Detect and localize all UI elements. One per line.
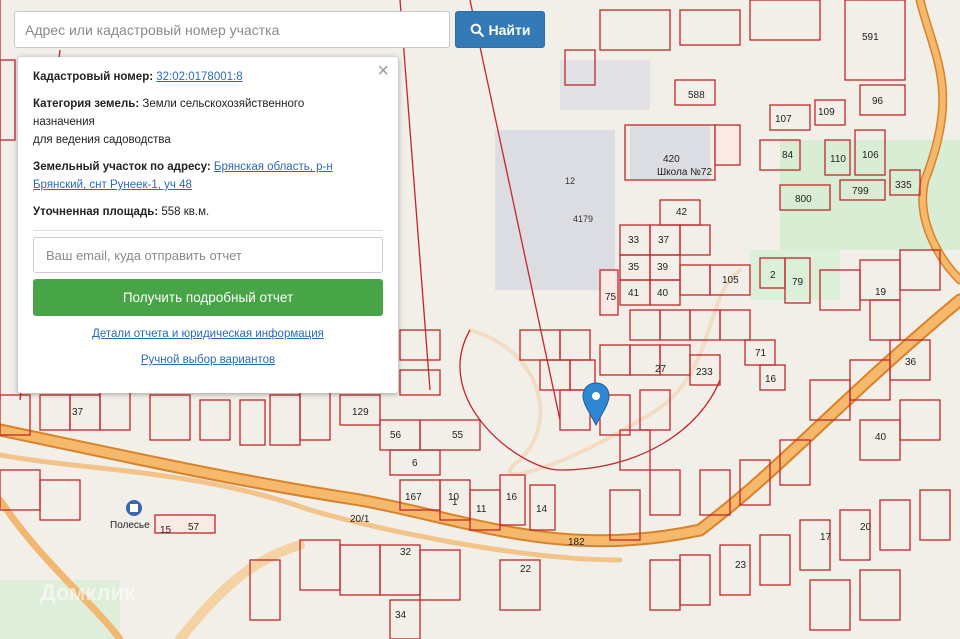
address-label: Земельный участок по адресу: (33, 161, 211, 173)
plot-number-label: 42 (676, 207, 688, 218)
plot-number-label: 10 (448, 492, 460, 503)
search-icon (470, 23, 484, 37)
plot-number-label: 22 (520, 564, 532, 575)
plot-number-label: 106 (862, 150, 879, 161)
plot-number-label: 11 (476, 504, 487, 515)
plot-number-label: 20/1 (350, 514, 370, 525)
plot-number-label: 57 (188, 522, 200, 533)
area-value: 558 кв.м. (161, 206, 210, 218)
cadastral-number-row: Кадастровый номер: 32:02:0178001:8 (33, 68, 383, 86)
school-label: Школа №72 (657, 167, 712, 178)
plot-number-label: 105 (722, 275, 739, 286)
plot-number-label: 55 (452, 430, 464, 441)
panel-divider (33, 230, 383, 231)
search-input[interactable] (14, 11, 450, 48)
plot-number-label: 39 (657, 262, 669, 273)
plot-number-label: 79 (792, 277, 804, 288)
plot-number-label: 4179 (573, 214, 593, 224)
plot-number-label: 15 (160, 525, 172, 536)
plot-number-label: 16 (765, 374, 777, 385)
plot-number-label: 12 (565, 176, 575, 186)
land-usage-value: для ведения садоводства (33, 134, 171, 146)
plot-number-label: 20 (860, 522, 872, 533)
manual-selection-link[interactable]: Ручной выбор вариантов (33, 354, 383, 366)
plot-number-label: 40 (875, 432, 887, 443)
plot-number-label: 36 (905, 357, 917, 368)
plot-number-label: 588 (688, 90, 705, 101)
plot-number-label: 75 (605, 292, 617, 303)
plot-number-label: 335 (895, 180, 912, 191)
plot-number-label: 96 (872, 96, 884, 107)
plot-number-label: 799 (852, 186, 869, 197)
plot-number-label: 800 (795, 194, 812, 205)
get-report-button[interactable]: Получить подробный отчет (33, 279, 383, 316)
poi-icon[interactable] (126, 500, 142, 516)
plot-number-label: 33 (628, 235, 640, 246)
plot-number-label: 19 (875, 287, 887, 298)
plot-number-label: 84 (782, 150, 794, 161)
area-label: Уточненная площадь: (33, 206, 159, 218)
plot-number-label: 110 (830, 154, 846, 165)
cadastral-number-link[interactable]: 32:02:0178001:8 (156, 71, 242, 83)
school-number-label: 420 (663, 154, 680, 165)
area-row: Уточненная площадь: 558 кв.м. (33, 203, 383, 221)
search-button-label: Найти (488, 21, 531, 38)
email-field[interactable] (33, 237, 383, 273)
plot-number-label: 40 (657, 288, 669, 299)
plot-number-label: 27 (655, 364, 667, 375)
plot-number-label: 109 (818, 107, 835, 118)
plot-number-label: 32 (400, 547, 412, 558)
plot-number-label: 6 (412, 458, 418, 469)
report-details-link[interactable]: Детали отчета и юридическая информация (33, 328, 383, 340)
plot-number-label: 129 (352, 407, 369, 418)
close-icon[interactable]: × (377, 61, 389, 81)
plot-number-label: 182 (568, 537, 585, 548)
plot-number-label: 56 (390, 430, 402, 441)
plot-number-label: 14 (536, 504, 548, 515)
cadastral-number-label: Кадастровый номер: (33, 71, 154, 83)
watermark: Домклик (40, 580, 136, 605)
plot-number-label: 37 (72, 407, 84, 418)
poi-label: Полесье (110, 520, 150, 531)
plot-number-label: 35 (628, 262, 640, 273)
plot-number-label: 16 (506, 492, 518, 503)
plot-number-label: 167 (405, 492, 422, 503)
plot-number-label: 34 (395, 610, 407, 621)
plot-number-label: 23 (735, 560, 747, 571)
parcel-info-panel: × Кадастровый номер: 32:02:0178001:8 Кат… (18, 57, 398, 393)
plot-number-label: 41 (628, 288, 640, 299)
land-category-row: Категория земель: Земли сельскохозяйстве… (33, 95, 383, 149)
land-category-label: Категория земель: (33, 98, 140, 110)
plot-number-label: 17 (820, 532, 832, 543)
plot-number-label: 591 (862, 32, 879, 43)
plot-number-label: 233 (696, 367, 713, 378)
plot-number-label: 71 (755, 348, 767, 359)
plot-number-label: 37 (658, 235, 670, 246)
address-row: Земельный участок по адресу: Брянская об… (33, 158, 383, 194)
search-button[interactable]: Найти (455, 11, 545, 48)
plot-number-label: 2 (770, 270, 776, 281)
plot-number-label: 107 (775, 114, 792, 125)
